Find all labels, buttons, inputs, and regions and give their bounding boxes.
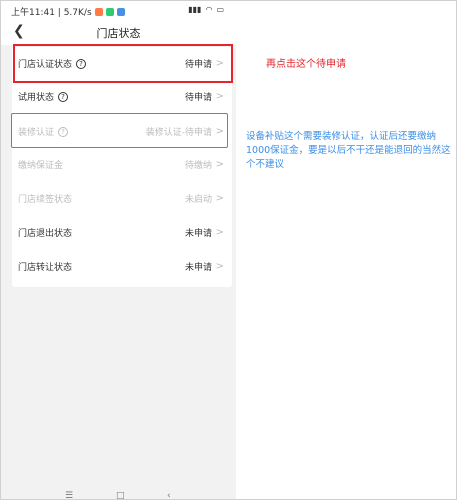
row-label: 试用状态: [18, 93, 55, 103]
red-annotation: 再点击这个待申请: [266, 59, 346, 70]
signal-icon: ▮▮▮: [188, 5, 202, 14]
row-value[interactable]: 待缴纳: [185, 158, 212, 171]
wifi-icon: ◠: [205, 5, 213, 14]
row-value[interactable]: 未申请: [185, 260, 212, 273]
chevron-right-icon: >: [215, 91, 224, 102]
app-icon: [105, 7, 114, 16]
status-bar: 上午11:41 | 5.7K/s ▮▮▮ ◠ ▭: [1, 1, 236, 19]
status-row-transfer[interactable]: 门店转让状态 未申请 >: [12, 250, 232, 283]
status-time-speed: 上午11:41 | 5.7K/s: [11, 8, 92, 18]
help-icon[interactable]: ?: [58, 91, 69, 102]
chevron-right-icon: >: [215, 193, 224, 204]
chevron-right-icon: >: [215, 227, 224, 238]
page-title: 门店状态: [96, 27, 141, 40]
chevron-right-icon: >: [215, 261, 224, 272]
blue-highlight-box: [11, 113, 228, 148]
row-label: 门店转让状态: [18, 263, 73, 273]
blue-annotation: 设备补贴这个需要装修认证，认证后还要缴纳1000保证金，要是以后不干还是能退回的…: [246, 131, 451, 170]
nav-bar: ❮ 门店状态: [1, 19, 236, 45]
status-row-exit[interactable]: 门店退出状态 未申请 >: [12, 216, 232, 249]
status-row-renewal[interactable]: 门店续签状态 未启动 >: [12, 182, 232, 215]
row-label: 门店续签状态: [18, 195, 73, 205]
app-icon: [116, 7, 125, 16]
row-label: 缴纳保证金: [18, 161, 64, 171]
chevron-right-icon: >: [215, 159, 224, 170]
row-value[interactable]: 待申请: [185, 90, 212, 103]
status-row-deposit[interactable]: 缴纳保证金 待缴纳 >: [12, 148, 232, 181]
status-card: 门店认证状态? 待申请 > 试用状态? 待申请 > 装修认证? 装修认证-待申请…: [12, 47, 232, 287]
row-value[interactable]: 未申请: [185, 226, 212, 239]
battery-icon: ▭: [216, 5, 224, 14]
notification-icon: [94, 7, 103, 16]
red-highlight-box: [13, 44, 233, 83]
status-row-trial[interactable]: 试用状态? 待申请 >: [12, 80, 232, 113]
row-label: 门店退出状态: [18, 229, 73, 239]
row-value[interactable]: 未启动: [185, 192, 212, 205]
